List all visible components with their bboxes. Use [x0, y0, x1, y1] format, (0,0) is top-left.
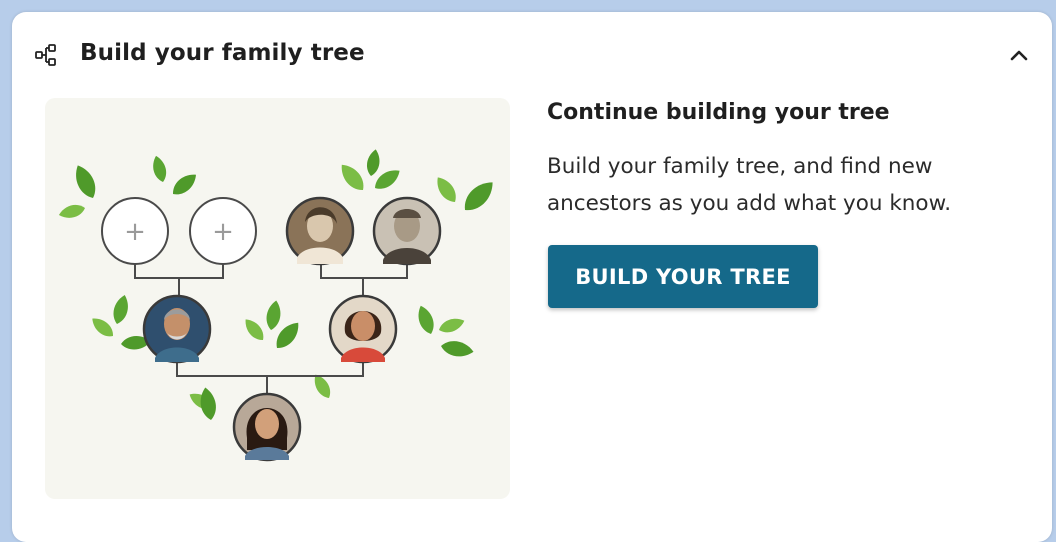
mother-photo — [328, 294, 398, 364]
leaves — [57, 148, 499, 422]
svg-text:+: + — [212, 217, 234, 247]
family-tree-card: Build your family tree + + Continue buil… — [12, 12, 1052, 542]
family-tree-illustration: + + — [45, 98, 510, 499]
card-header[interactable]: Build your family tree — [12, 12, 1052, 96]
tree-diagram-icon — [35, 44, 56, 66]
card-title: Build your family tree — [80, 40, 365, 66]
build-your-tree-button[interactable]: BUILD YOUR TREE — [548, 245, 818, 308]
svg-text:+: + — [124, 217, 146, 247]
cta-description: Build your family tree, and find new anc… — [547, 154, 952, 216]
empty-ancestor-slot[interactable]: + — [189, 197, 257, 265]
grandmother-photo — [285, 196, 355, 266]
empty-ancestor-slot[interactable]: + — [101, 197, 169, 265]
chevron-up-icon[interactable] — [1004, 40, 1034, 70]
grandfather-photo — [372, 196, 442, 266]
father-photo — [142, 294, 212, 364]
child-photo — [232, 392, 302, 462]
cta-heading: Continue building your tree — [547, 100, 890, 125]
